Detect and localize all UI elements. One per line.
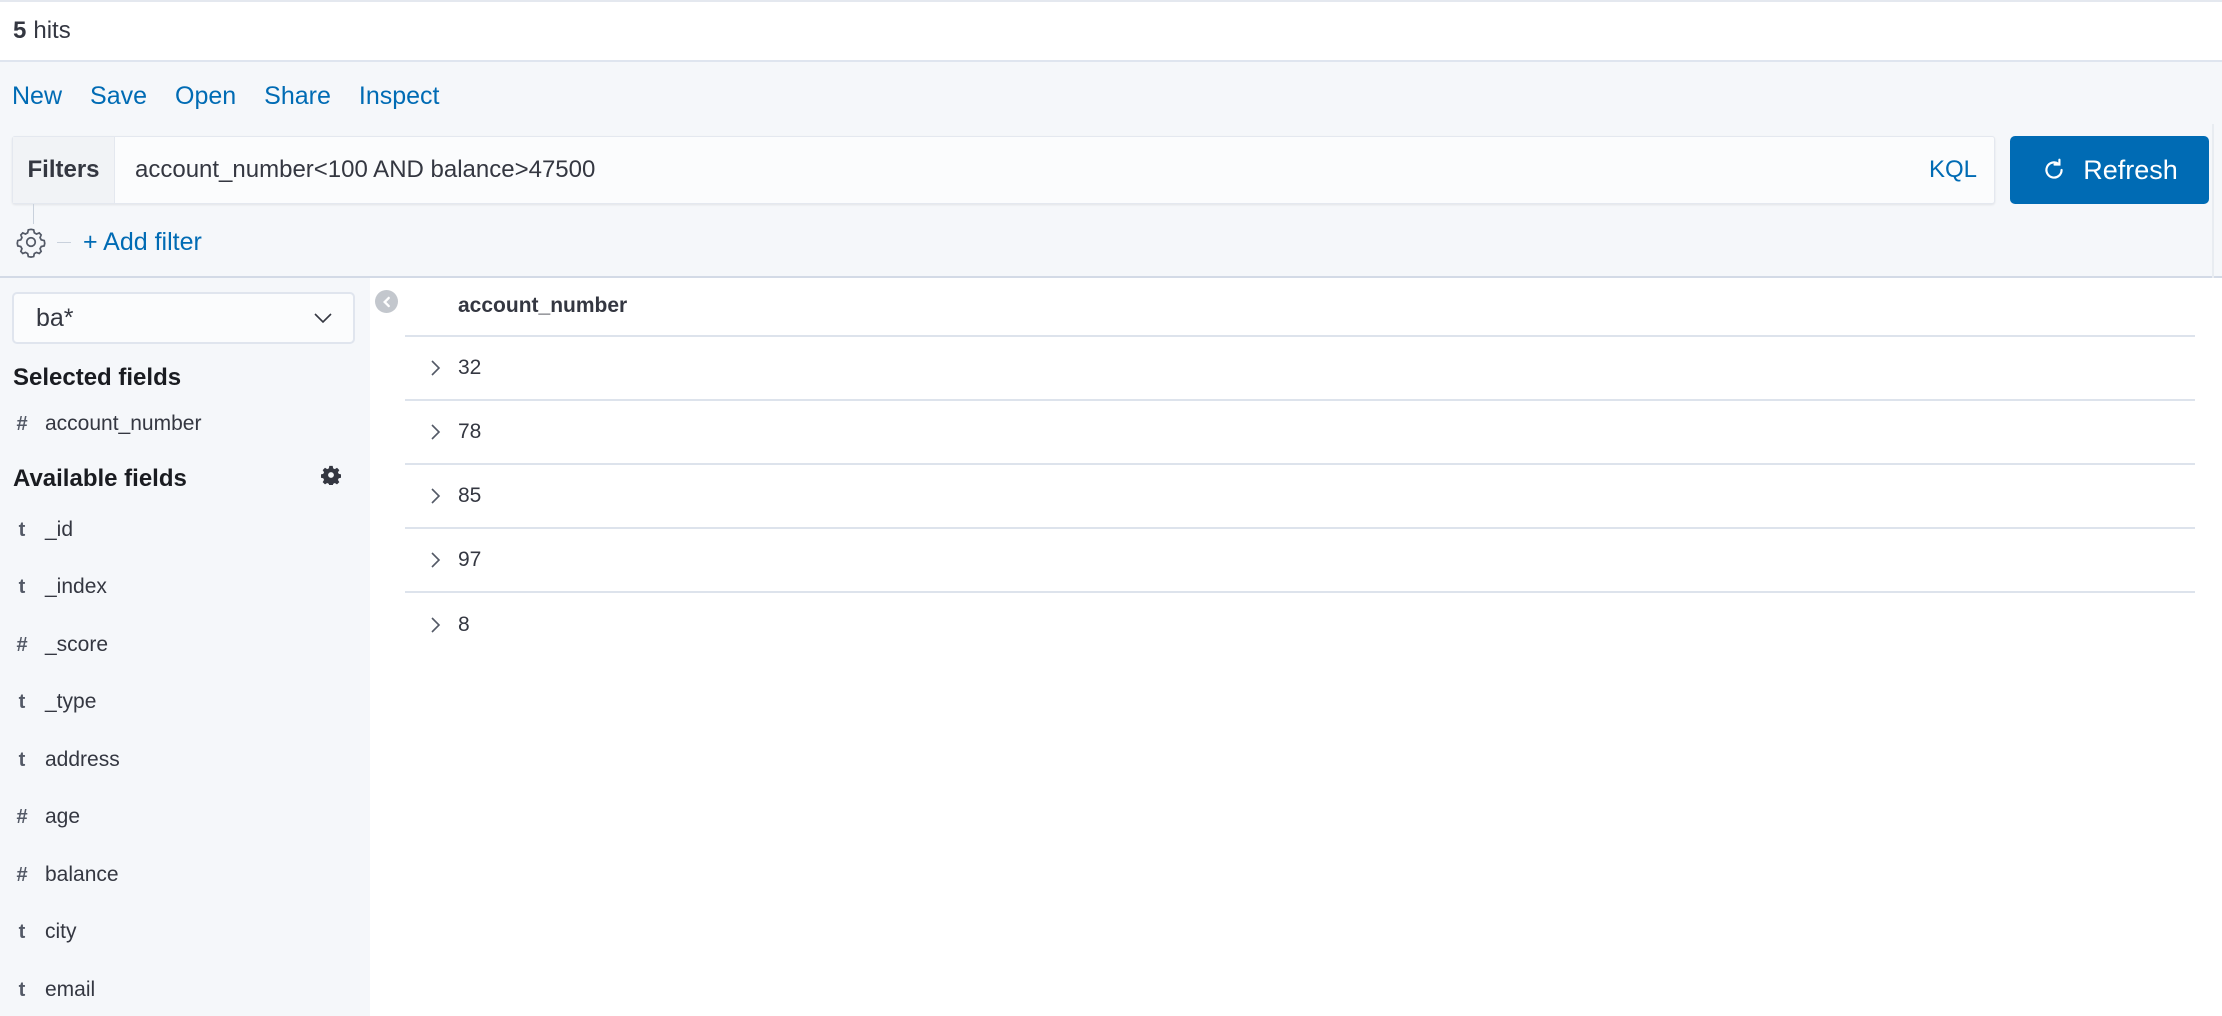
cell-account-number: 85 — [458, 484, 482, 507]
number-type-icon: # — [16, 863, 28, 886]
field-name: balance — [45, 863, 119, 886]
filter-connector-line — [33, 204, 34, 224]
filter-row: + Add filter — [15, 226, 202, 258]
menu-share-link[interactable]: Share — [264, 82, 331, 111]
field-name: _type — [45, 690, 97, 713]
menu-new-link[interactable]: New — [12, 82, 62, 111]
chevron-down-icon — [314, 313, 332, 324]
field-name: age — [45, 805, 81, 828]
field-name: _id — [45, 518, 74, 541]
query-input[interactable] — [115, 137, 1929, 203]
expand-row-chevron-icon[interactable] — [423, 548, 447, 572]
filters-prepend[interactable]: Filters — [13, 137, 115, 203]
menu-inspect-link[interactable]: Inspect — [359, 82, 440, 111]
string-type-icon: t — [18, 518, 26, 541]
table-row: 32 — [405, 337, 2195, 401]
kql-language-toggle[interactable]: KQL — [1929, 156, 1977, 184]
available-field-item[interactable]: t _id — [0, 510, 370, 550]
cell-account-number: 8 — [458, 613, 470, 636]
available-field-item[interactable]: t city — [0, 912, 370, 952]
field-name: account_number — [45, 412, 202, 435]
field-name: _score — [45, 633, 109, 656]
add-filter-button[interactable]: + Add filter — [83, 228, 202, 257]
document-table-area: account_number 32 78 85 97 8 — [370, 278, 2222, 1016]
table-row: 97 — [405, 529, 2195, 593]
field-name: city — [45, 920, 77, 943]
string-type-icon: t — [18, 978, 26, 1001]
number-type-icon: # — [16, 633, 28, 656]
refresh-button[interactable]: Refresh — [2010, 136, 2209, 204]
refresh-icon — [2045, 158, 2063, 179]
selected-fields-heading: Selected fields — [13, 364, 182, 391]
selected-field-item[interactable]: # account_number — [0, 404, 370, 444]
field-name: email — [45, 978, 96, 1001]
filter-divider — [57, 241, 71, 243]
available-field-item[interactable]: # _score — [0, 625, 370, 665]
menu-open-link[interactable]: Open — [175, 82, 236, 111]
expand-row-chevron-icon[interactable] — [423, 356, 447, 380]
field-name: address — [45, 748, 120, 771]
expand-row-chevron-icon[interactable] — [423, 484, 447, 508]
hits-label: hits — [33, 17, 71, 44]
field-sidebar: ba* Selected fields # account_number Ava… — [0, 278, 370, 1016]
hits-count-bar: 5 hits — [0, 0, 2222, 62]
available-field-item[interactable]: t _type — [0, 682, 370, 722]
field-name: _index — [45, 575, 107, 598]
field-settings-gear-icon[interactable] — [321, 465, 341, 485]
available-field-item[interactable]: # age — [0, 797, 370, 837]
cell-account-number: 97 — [458, 548, 482, 571]
string-type-icon: t — [18, 748, 26, 771]
table-row: 78 — [405, 401, 2195, 465]
collapse-sidebar-button[interactable] — [375, 290, 398, 313]
top-nav-panel: New Save Open Share Inspect Filters KQL … — [0, 62, 2222, 340]
available-field-item[interactable]: # balance — [0, 855, 370, 895]
string-type-icon: t — [18, 690, 26, 713]
column-header-account-number[interactable]: account_number — [458, 294, 627, 318]
expand-row-chevron-icon[interactable] — [423, 613, 447, 637]
gear-icon[interactable] — [15, 226, 47, 258]
available-field-item[interactable]: t email — [0, 970, 370, 1010]
table-row: 85 — [405, 465, 2195, 529]
available-field-item[interactable]: t _index — [0, 567, 370, 607]
index-pattern-value: ba* — [36, 303, 74, 332]
available-field-item[interactable]: t address — [0, 740, 370, 780]
chevron-left-icon — [382, 296, 390, 307]
top-menu: New Save Open Share Inspect — [12, 82, 440, 111]
number-type-icon: # — [16, 805, 28, 828]
refresh-label: Refresh — [2083, 154, 2178, 185]
cell-account-number: 78 — [458, 420, 482, 443]
index-pattern-select[interactable]: ba* — [12, 292, 355, 344]
expand-row-chevron-icon[interactable] — [423, 420, 447, 444]
available-fields-heading: Available fields — [13, 465, 187, 492]
table-row: 8 — [405, 593, 2195, 657]
string-type-icon: t — [18, 920, 26, 943]
menu-save-link[interactable]: Save — [90, 82, 147, 111]
number-type-icon: # — [16, 412, 28, 435]
cell-account-number: 32 — [458, 356, 482, 379]
query-bar: Filters KQL — [12, 136, 1995, 204]
string-type-icon: t — [18, 575, 26, 598]
hits-count: 5 — [13, 17, 27, 44]
